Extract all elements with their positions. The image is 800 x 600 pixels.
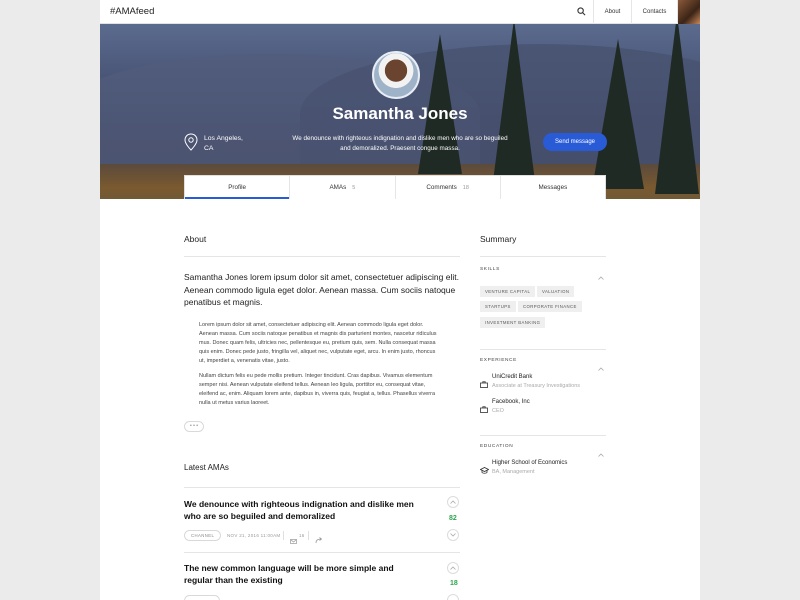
briefcase-icon <box>480 400 488 418</box>
divider <box>184 487 460 488</box>
chevron-up-icon[interactable] <box>598 267 604 285</box>
divider <box>184 552 460 553</box>
ama-tag[interactable]: CHANNEL <box>184 530 222 541</box>
experience-role: CEO <box>492 408 504 414</box>
divider <box>480 256 606 257</box>
downvote-button[interactable] <box>447 529 459 541</box>
experience-label: EXPERIENCE <box>480 358 517 363</box>
user-avatar[interactable] <box>678 0 700 24</box>
graduation-cap-icon <box>479 461 490 479</box>
skill-tag[interactable]: INVESTMENT BANKING <box>480 317 546 328</box>
upvote-button[interactable] <box>447 496 459 508</box>
chevron-up-icon <box>450 500 456 504</box>
top-navbar: #AMAfeed About Contacts <box>100 0 700 24</box>
tab-comments[interactable]: Comments 18 <box>396 176 501 199</box>
chevron-up-icon[interactable] <box>598 358 604 376</box>
read-more-button[interactable]: • • • <box>184 421 204 432</box>
nav-about-link[interactable]: About <box>594 0 632 24</box>
about-paragraph: Lorem ipsum dolor sit amet, consectetuer… <box>199 322 437 364</box>
ama-title[interactable]: We denounce with righteous indignation a… <box>184 499 424 522</box>
skill-tag[interactable]: VALUATION <box>537 286 575 297</box>
skills-label: SKILLS <box>480 267 500 272</box>
downvote-button[interactable] <box>447 594 459 600</box>
experience-company: UniCredit Bank <box>492 374 533 380</box>
briefcase-icon <box>480 375 488 393</box>
location-state: CA <box>204 145 214 152</box>
chevron-up-icon[interactable] <box>598 444 604 462</box>
ama-comment-count: 16 <box>299 533 305 538</box>
ama-title[interactable]: The new common language will be more sim… <box>184 563 424 586</box>
profile-avatar <box>372 51 420 99</box>
about-lead: Samantha Jones lorem ipsum dolor sit ame… <box>184 272 459 308</box>
profile-location: Los Angeles, CA <box>204 134 264 154</box>
tab-profile[interactable]: Profile <box>185 176 291 199</box>
tab-label: Profile <box>228 184 247 191</box>
meta-separator <box>308 531 309 540</box>
divider <box>184 256 460 257</box>
meta-separator <box>283 531 284 540</box>
skill-tag[interactable]: VENTURE CAPITAL <box>480 286 536 297</box>
location-city: Los Angeles, <box>204 135 243 142</box>
brand-logo[interactable]: #AMAfeed <box>110 6 570 17</box>
vote-count: 82 <box>449 515 457 522</box>
profile-bio: We denounce with righteous indignation a… <box>292 135 508 152</box>
chevron-up-icon <box>450 566 456 570</box>
vote-count: 18 <box>450 580 458 587</box>
education-label: EDUCATION <box>480 444 514 449</box>
tab-count: 18 <box>462 184 469 191</box>
summary-heading: Summary <box>480 234 517 244</box>
profile-hero-banner: Samantha Jones Los Angeles, CA We denoun… <box>100 24 700 199</box>
upvote-button[interactable] <box>447 562 459 574</box>
skill-tag[interactable]: CORPORATE FINANCE <box>518 301 582 312</box>
profile-name: Samantha Jones <box>332 104 468 123</box>
share-icon[interactable] <box>315 531 323 549</box>
ama-tag[interactable] <box>184 595 220 600</box>
profile-tabs: Profile AMAs 5 Comments 18 Messages <box>184 175 606 199</box>
about-paragraph: Nullam dictum felis eu pede mollis preti… <box>199 373 436 406</box>
comment-icon <box>290 532 297 550</box>
experience-role: Associate at Treasury Investigations <box>492 383 581 389</box>
education-degree: BA, Management <box>492 469 535 475</box>
skill-tag[interactable]: STARTUPS <box>480 301 516 312</box>
tab-amas[interactable]: AMAs 5 <box>290 176 396 199</box>
profile-page: #AMAfeed About Contacts Samantha Jones L… <box>100 0 700 600</box>
education-school: Higher School of Economics <box>492 460 568 466</box>
latest-amas-heading: Latest AMAs <box>184 463 229 472</box>
send-message-button[interactable]: Send message <box>543 133 607 151</box>
chevron-down-icon <box>450 533 456 537</box>
experience-company: Facebook, Inc <box>492 399 530 405</box>
divider <box>480 349 606 350</box>
search-icon[interactable] <box>570 0 594 24</box>
divider <box>480 435 606 436</box>
tab-label: AMAs <box>329 184 347 191</box>
about-heading: About <box>184 234 207 244</box>
tab-messages[interactable]: Messages <box>501 176 605 199</box>
location-pin-icon <box>184 133 198 156</box>
tab-count: 5 <box>352 184 356 191</box>
tab-label: Comments <box>426 184 457 191</box>
tab-label: Messages <box>538 184 568 191</box>
ama-date: NOV 21, 2016 11:00AM <box>227 533 281 538</box>
nav-contacts-link[interactable]: Contacts <box>632 0 678 24</box>
